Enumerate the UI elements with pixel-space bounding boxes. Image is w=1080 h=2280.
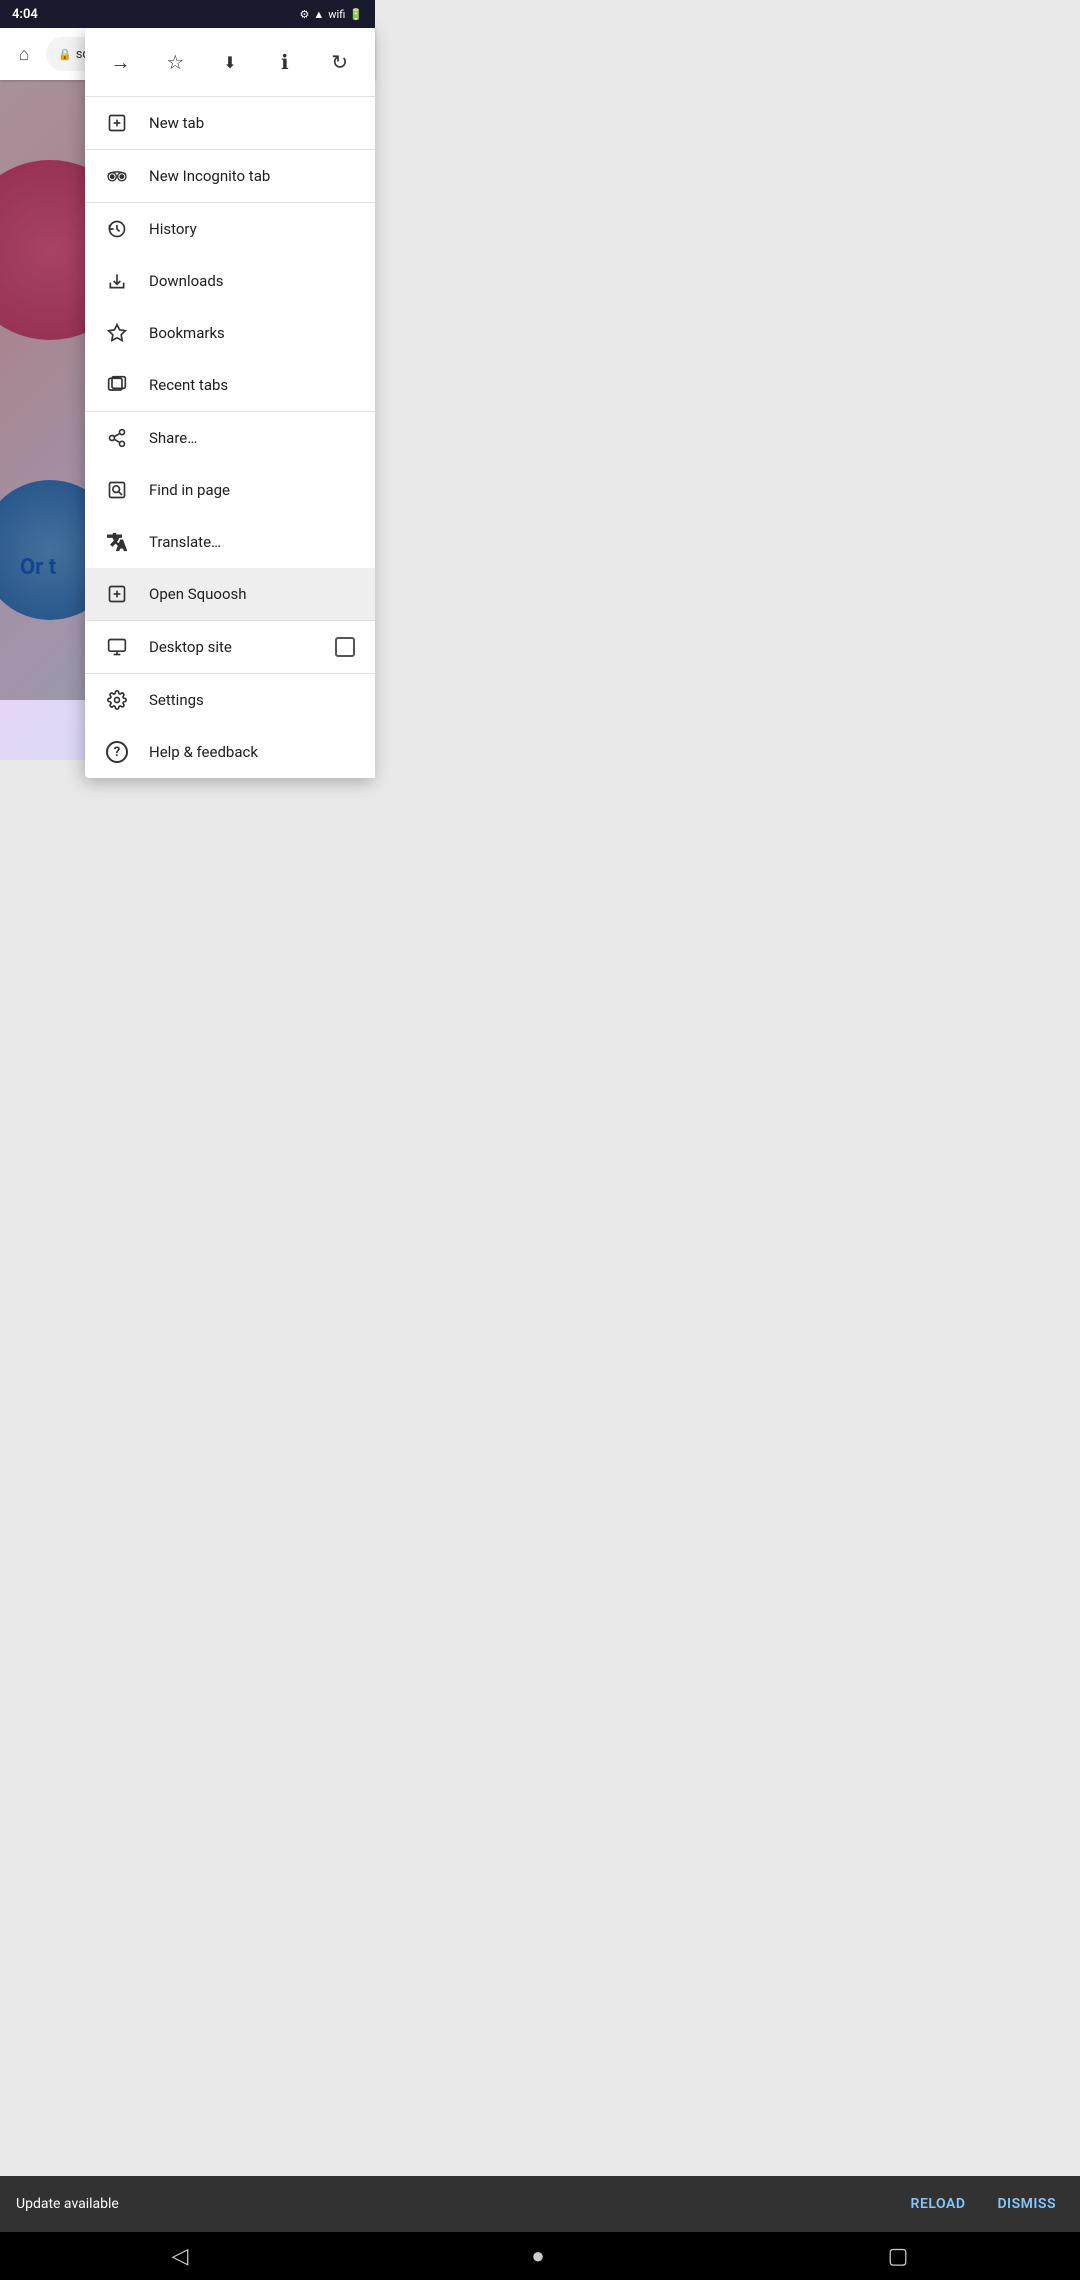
open-squoosh-icon	[105, 582, 129, 606]
forward-icon: →	[110, 50, 130, 75]
menu-item-translate[interactable]: Translate…	[85, 516, 375, 568]
update-bar: Update available RELOAD DISMISS	[0, 2176, 1080, 2232]
reload-button[interactable]: RELOAD	[903, 2192, 974, 2216]
info-icon: ℹ	[281, 50, 289, 74]
signal-icon: ▲	[313, 8, 324, 21]
nav-bar: ◁ ● ▢	[0, 2232, 1080, 2280]
update-message: Update available	[16, 2196, 119, 2212]
translate-label: Translate…	[149, 533, 355, 551]
downloads-icon	[105, 269, 129, 293]
dismiss-button[interactable]: DISMISS	[989, 2192, 1064, 2216]
help-feedback-label: Help & feedback	[149, 743, 355, 761]
battery-icon: 🔋	[349, 8, 363, 21]
desktop-site-checkbox[interactable]	[335, 637, 355, 657]
translate-icon	[105, 530, 129, 554]
settings-label: Settings	[149, 691, 355, 709]
incognito-icon	[105, 164, 129, 188]
open-squoosh-label: Open Squoosh	[149, 585, 355, 603]
home-button[interactable]: ⌂	[8, 38, 40, 70]
settings-menu-icon	[105, 688, 129, 712]
desktop-site-icon	[105, 635, 129, 659]
share-label: Share…	[149, 429, 355, 447]
find-in-page-label: Find in page	[149, 481, 355, 499]
new-tab-icon	[105, 111, 129, 135]
history-label: History	[149, 220, 355, 238]
menu-item-open-squoosh[interactable]: Open Squoosh	[85, 568, 375, 620]
new-tab-label: New tab	[149, 114, 355, 132]
downloads-label: Downloads	[149, 272, 355, 290]
menu-item-desktop-site[interactable]: Desktop site	[85, 621, 375, 673]
download-icon: ⬇	[223, 53, 236, 72]
context-menu: → ☆ ⬇ ℹ ↻ New tab	[85, 28, 375, 778]
refresh-icon: ↻	[331, 50, 348, 74]
menu-item-history[interactable]: History	[85, 203, 375, 255]
menu-toolbar: → ☆ ⬇ ℹ ↻	[85, 28, 375, 97]
bookmark-button[interactable]: ☆	[153, 40, 197, 84]
menu-item-help-feedback[interactable]: ? Help & feedback	[85, 726, 375, 778]
back-button[interactable]: ◁	[151, 2236, 208, 2277]
recent-tabs-icon	[105, 373, 129, 397]
menu-item-downloads[interactable]: Downloads	[85, 255, 375, 307]
settings-icon: ⚙	[299, 8, 309, 21]
recent-tabs-label: Recent tabs	[149, 376, 355, 394]
help-circle-icon: ?	[106, 741, 128, 763]
menu-item-new-tab[interactable]: New tab	[85, 97, 375, 149]
menu-item-find-in-page[interactable]: Find in page	[85, 464, 375, 516]
refresh-button[interactable]: ↻	[318, 40, 362, 84]
page-info-button[interactable]: ℹ	[263, 40, 307, 84]
menu-item-settings[interactable]: Settings	[85, 674, 375, 726]
status-bar: 4:04 ⚙ ▲ wifi 🔋	[0, 0, 375, 28]
desktop-site-label: Desktop site	[149, 638, 315, 656]
history-icon	[105, 217, 129, 241]
new-incognito-label: New Incognito tab	[149, 167, 355, 185]
recents-button[interactable]: ▢	[868, 2236, 929, 2277]
menu-item-new-incognito[interactable]: New Incognito tab	[85, 150, 375, 202]
back-icon: ◁	[171, 2244, 188, 2269]
forward-button[interactable]: →	[98, 40, 142, 84]
help-icon: ?	[105, 740, 129, 764]
recents-icon: ▢	[888, 2244, 909, 2269]
download-page-button[interactable]: ⬇	[208, 40, 252, 84]
update-actions: RELOAD DISMISS	[903, 2192, 1064, 2216]
menu-item-share[interactable]: Share…	[85, 412, 375, 464]
bookmarks-label: Bookmarks	[149, 324, 355, 342]
home-nav-button[interactable]: ●	[511, 2235, 564, 2277]
home-nav-icon: ●	[531, 2244, 544, 2269]
home-icon: ⌂	[19, 44, 30, 65]
menu-item-recent-tabs[interactable]: Recent tabs	[85, 359, 375, 411]
menu-item-bookmarks[interactable]: Bookmarks	[85, 307, 375, 359]
share-icon	[105, 426, 129, 450]
wifi-icon: wifi	[328, 8, 345, 21]
find-in-page-icon	[105, 478, 129, 502]
status-icons: ⚙ ▲ wifi 🔋	[299, 8, 363, 21]
lock-icon: 🔒	[58, 48, 72, 61]
status-time: 4:04	[12, 7, 38, 22]
bookmarks-icon	[105, 321, 129, 345]
star-icon: ☆	[166, 50, 184, 74]
